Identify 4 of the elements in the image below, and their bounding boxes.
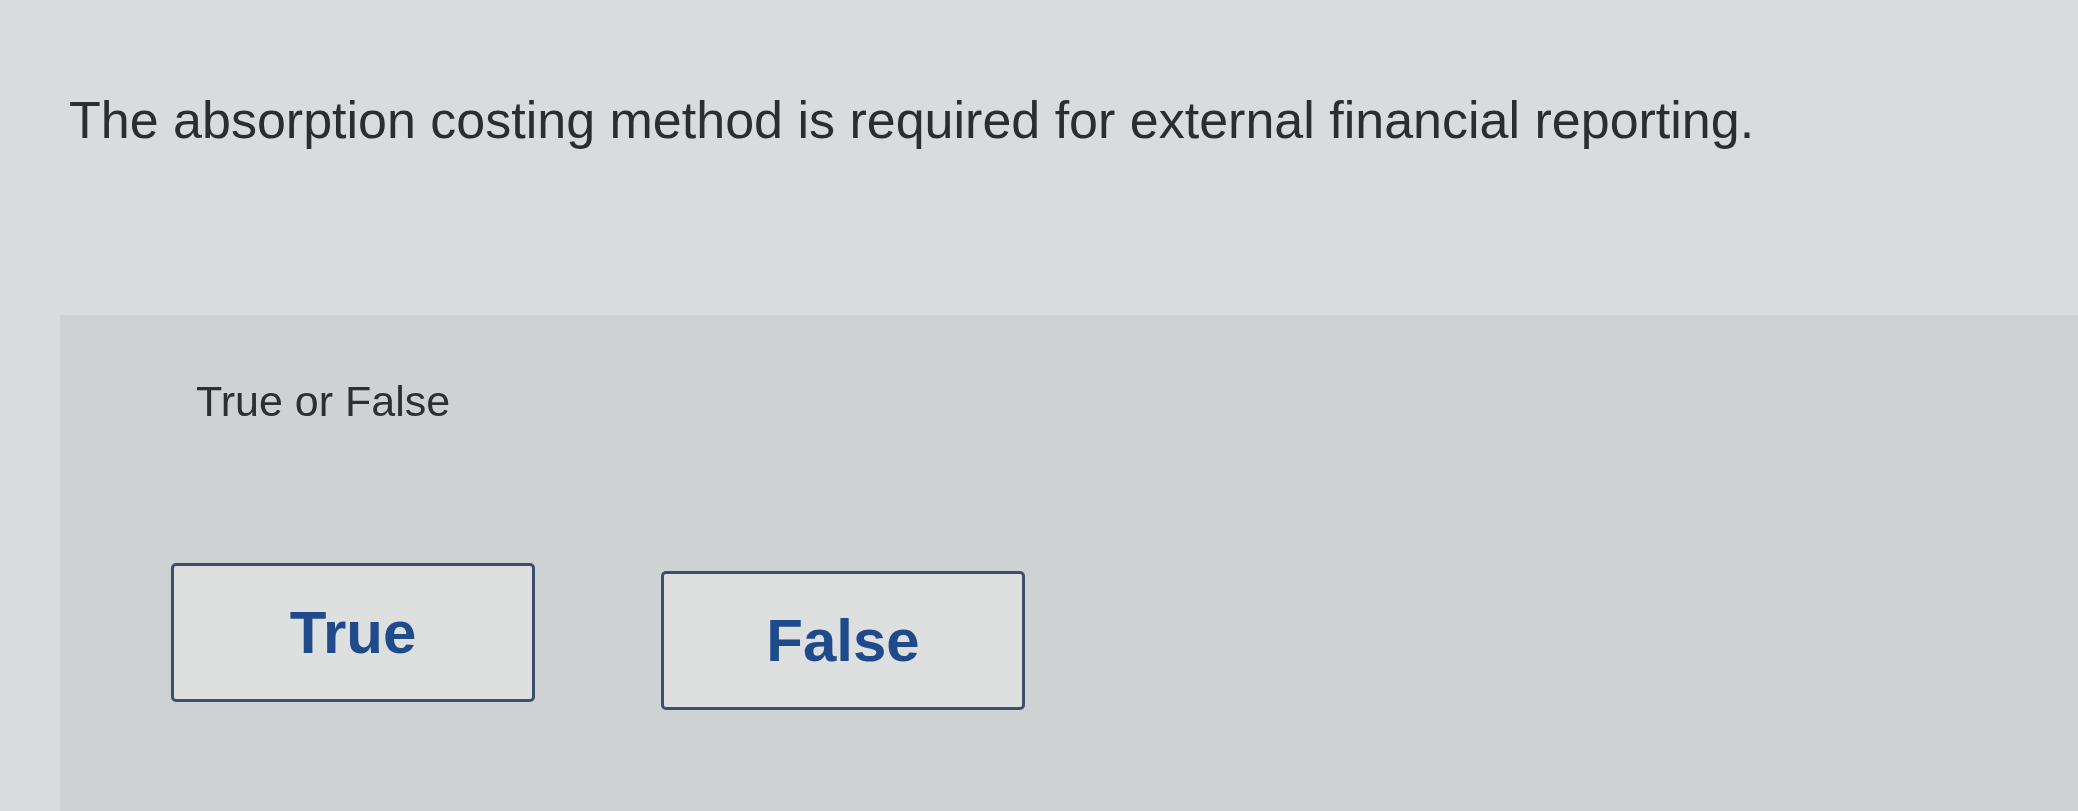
answer-prompt: True or False [196, 376, 451, 427]
answer-choice-button[interactable]: True [171, 563, 535, 702]
answer-choice-button[interactable]: False [661, 571, 1025, 710]
question-text: The absorption costing method is required for external financial reporting. [69, 90, 1755, 151]
